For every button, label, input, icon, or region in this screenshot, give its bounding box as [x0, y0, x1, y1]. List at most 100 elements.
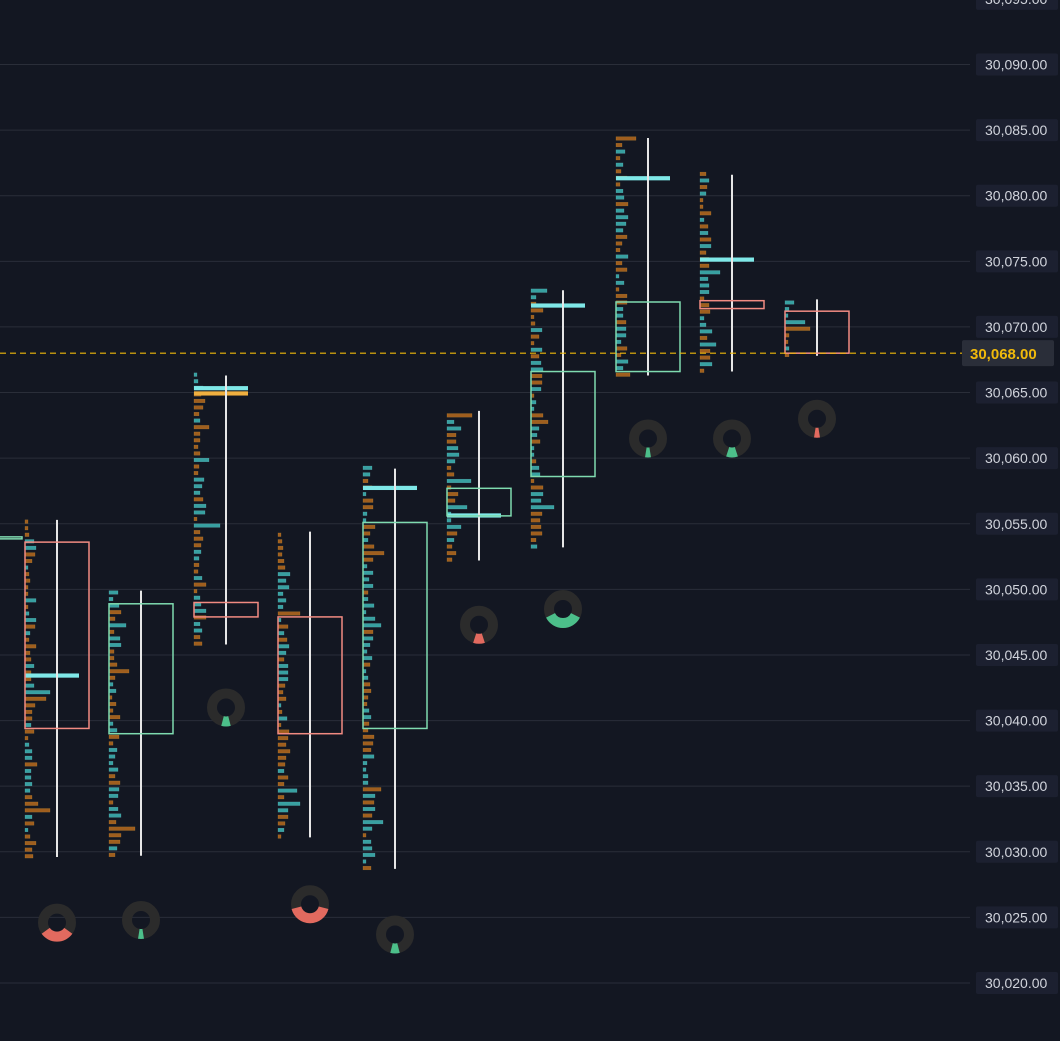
sell-volume-bar — [24, 716, 33, 721]
buy-volume-bar — [277, 768, 285, 773]
sell-volume-bar — [24, 821, 35, 826]
sell-volume-bar — [362, 544, 375, 549]
buy-volume-bar — [362, 761, 368, 766]
sell-volume-bar — [784, 326, 811, 331]
sell-volume-bar — [24, 854, 34, 859]
buy-volume-bar — [108, 688, 117, 693]
sell-volume-bar — [108, 741, 114, 746]
sell-volume-bar — [277, 696, 287, 701]
sell-volume-bar — [193, 543, 202, 548]
sell-volume-bar — [277, 559, 285, 564]
sell-volume-bar — [530, 354, 540, 359]
sell-volume-bar — [615, 287, 620, 292]
buy-volume-bar — [699, 329, 713, 334]
volume-hilite-bar — [531, 303, 585, 308]
buy-volume-bar — [615, 274, 620, 279]
candle-body — [0, 536, 23, 540]
sell-volume-bar — [193, 444, 199, 449]
sell-volume-bar — [24, 624, 36, 629]
sell-volume-bar — [24, 795, 33, 800]
delta-wedge — [726, 446, 738, 458]
sell-volume-bar — [615, 372, 631, 377]
buy-volume-bar — [193, 477, 205, 482]
candle — [362, 465, 428, 871]
buy-volume-bar — [362, 518, 367, 523]
delta-marker — [544, 590, 582, 629]
sell-volume-bar — [277, 755, 287, 760]
buy-volume-bar — [699, 316, 705, 321]
sell-volume-bar — [699, 355, 711, 360]
sell-volume-bar — [446, 439, 457, 444]
buy-volume-bar — [362, 767, 367, 772]
buy-volume-bar — [193, 510, 206, 515]
buy-volume-bar — [24, 598, 37, 603]
delta-marker — [122, 901, 160, 940]
axis-tick-label: 30,085.00 — [985, 122, 1047, 138]
sell-volume-bar — [108, 839, 121, 844]
buy-volume-bar — [277, 670, 289, 675]
sell-volume-bar — [530, 341, 535, 346]
buy-volume-bar — [615, 313, 624, 318]
footprint-chart[interactable]: 30,095.00 30,090.00 30,085.00 30,080.00 30,0… — [0, 0, 1060, 1041]
sell-volume-bar — [615, 261, 623, 266]
sell-volume-bar — [277, 782, 285, 787]
buy-volume-bar — [277, 631, 285, 636]
sell-volume-bar — [362, 741, 374, 746]
buy-volume-bar — [362, 623, 382, 628]
buy-volume-bar — [362, 852, 376, 857]
sell-volume-bar — [193, 412, 200, 417]
delta-markers — [38, 399, 836, 954]
sell-volume-bar — [108, 820, 117, 825]
sell-volume-bar — [193, 589, 198, 594]
delta-marker — [38, 903, 76, 942]
sell-volume-bar — [530, 439, 541, 444]
sell-volume-bar — [362, 505, 374, 510]
buy-volume-bar — [108, 813, 122, 818]
sell-volume-bar — [362, 682, 371, 687]
sell-volume-bar — [615, 267, 628, 272]
sell-volume-bar — [699, 309, 711, 314]
sell-volume-bar — [277, 814, 289, 819]
sell-volume-bar — [193, 431, 201, 436]
buy-volume-bar — [362, 839, 372, 844]
sell-volume-bar — [24, 519, 29, 524]
buy-volume-bar — [362, 583, 374, 588]
buy-volume-bar — [362, 754, 375, 759]
sell-volume-bar — [24, 552, 36, 557]
sell-volume-bar — [699, 368, 705, 373]
buy-volume-bar — [362, 774, 369, 779]
buy-volume-bar — [277, 604, 284, 609]
chart-canvas[interactable]: 30,095.00 30,090.00 30,085.00 30,080.00 30,0… — [0, 0, 1060, 1041]
sell-volume-bar — [277, 775, 289, 780]
axis-tick-label: 30,095.00 — [985, 0, 1047, 7]
sell-volume-bar — [362, 833, 367, 838]
axis-tick-label: 30,050.00 — [985, 581, 1047, 597]
buy-volume-bar — [193, 490, 201, 495]
sell-volume-bar — [277, 657, 285, 662]
buy-volume-bar — [530, 433, 538, 438]
buy-volume-bar — [615, 162, 624, 167]
buy-volume-bar — [446, 478, 472, 483]
sell-volume-bar — [362, 478, 369, 483]
buy-volume-bar — [24, 827, 29, 832]
sell-volume-bar — [277, 624, 289, 629]
sell-volume-bar — [530, 321, 536, 326]
buy-volume-bar — [108, 636, 121, 641]
sell-volume-bar — [108, 669, 130, 674]
candle — [277, 531, 343, 839]
volume-hilite-bar — [363, 485, 417, 491]
buy-volume-bar — [108, 747, 118, 752]
sell-volume-bar — [362, 551, 385, 556]
axis-tick-label: 30,090.00 — [985, 57, 1047, 73]
sell-volume-bar — [362, 734, 375, 739]
buy-volume-bar — [24, 749, 33, 754]
price-axis[interactable]: 30,095.00 30,090.00 30,085.00 30,080.00 30,0… — [962, 0, 1058, 994]
buy-volume-bar — [699, 290, 710, 295]
sell-volume-bar — [530, 314, 535, 319]
sell-volume-bar — [24, 729, 35, 734]
buy-volume-bar — [277, 808, 289, 813]
volume-hilite-bar — [616, 176, 670, 181]
buy-volume-bar — [699, 362, 713, 367]
sell-volume-bar — [615, 143, 623, 148]
buy-volume-bar — [277, 650, 287, 655]
